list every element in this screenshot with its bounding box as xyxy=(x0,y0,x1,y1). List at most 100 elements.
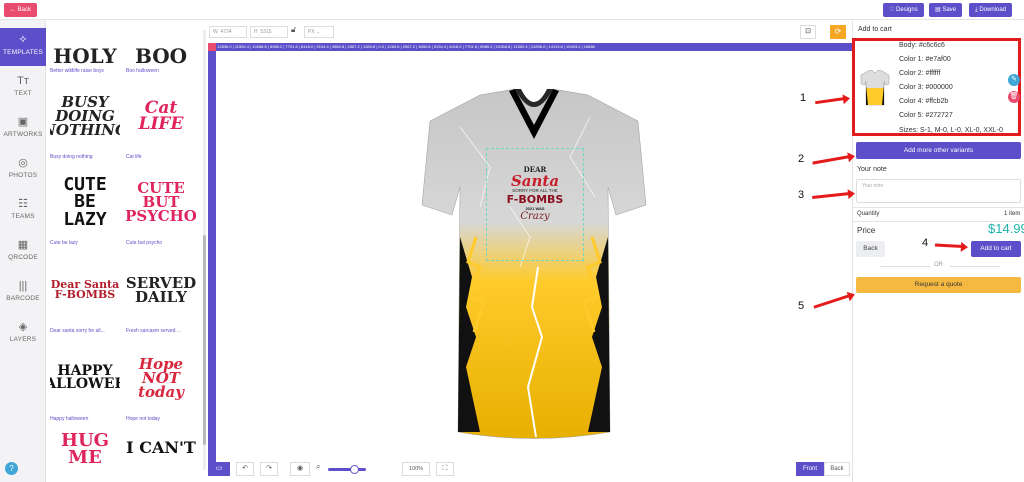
undo-icon[interactable]: ↶ xyxy=(236,462,254,476)
ruler-toggle-icon[interactable]: ▭ xyxy=(208,462,230,476)
template-card[interactable]: Cat LIFE Cat life xyxy=(126,80,196,160)
template-card[interactable]: I CAN'T xyxy=(126,432,196,476)
variant-thumbnail[interactable] xyxy=(860,70,890,106)
template-caption: Better wildlife raise boys xyxy=(50,68,104,74)
height-label: H xyxy=(254,29,258,35)
template-card[interactable]: CUTE BUT PSYCHO Cute but psycho xyxy=(126,166,196,246)
template-card[interactable]: Hope NOT today Hope not today xyxy=(126,342,196,422)
template-thumbnail: HAPPY HALLOWEEN xyxy=(50,362,120,392)
save-icon: ▤ xyxy=(935,7,941,13)
template-card[interactable]: HAPPY HALLOWEEN Happy halloween xyxy=(50,342,120,422)
help-icon[interactable]: ? xyxy=(5,462,18,475)
tab-front[interactable]: Front xyxy=(796,462,824,476)
template-thumbnail: Dear Santa F-BOMBS xyxy=(50,277,120,301)
templates-panel: HOLY Better wildlife raise boys BOO Boo … xyxy=(46,20,206,482)
tab-back[interactable]: Back xyxy=(824,462,850,476)
download-button[interactable]: ⤓ Download xyxy=(969,3,1013,17)
reset-icon[interactable]: ⟳ xyxy=(830,25,846,39)
template-thumbnail: BOO xyxy=(134,44,188,66)
sidebar-item-templates[interactable]: ✧ TEMPLATES xyxy=(0,28,46,66)
designs-button[interactable]: ♡ Designs xyxy=(883,3,924,17)
sidebar-item-photos[interactable]: ◎ PHOTOS xyxy=(0,151,46,189)
sidebar-label: TEMPLATES xyxy=(3,49,43,56)
barcode-icon: ||| xyxy=(18,280,28,292)
sidebar-item-qrcode[interactable]: ▦ QRCODE xyxy=(0,233,46,271)
width-label: W xyxy=(213,29,218,35)
sidebar-label: TEAMS xyxy=(11,213,35,220)
design-santa: Santa xyxy=(510,172,560,190)
height-field[interactable]: H 5315 xyxy=(250,26,288,38)
template-thumbnail: BUSY DOING NOTHING xyxy=(50,92,120,140)
sidebar-item-text[interactable]: Tт TEXT xyxy=(0,69,46,107)
unit-select[interactable]: PX ⌄ xyxy=(304,26,334,38)
or-separator: OR xyxy=(934,262,943,268)
template-thumbnail: I CAN'T xyxy=(126,438,196,457)
add-to-cart-button[interactable]: Add to cart xyxy=(971,241,1021,257)
template-card[interactable]: BOO Boo halloween xyxy=(126,20,196,74)
template-card[interactable]: BUSY DOING NOTHING Busy doing nothing xyxy=(50,80,120,160)
front-label: Front xyxy=(802,466,817,472)
note-textarea[interactable]: Your note xyxy=(856,179,1021,203)
chevron-down-icon: ⌄ xyxy=(316,29,321,35)
price-value: $14.99 xyxy=(988,221,1024,236)
template-card[interactable]: Dear Santa F-BOMBS Dear santa sorry for … xyxy=(50,254,120,334)
redo-icon[interactable]: ↷ xyxy=(260,462,278,476)
artworks-icon: ▣ xyxy=(17,116,29,128)
ruler-corner[interactable] xyxy=(208,43,216,51)
download-icon: ⤓ xyxy=(975,7,978,13)
request-quote-label: Request a quote xyxy=(914,281,963,288)
divider xyxy=(880,266,930,267)
back-button-panel[interactable]: Back xyxy=(856,241,885,257)
jersey-mockup[interactable] xyxy=(420,87,648,445)
quantity-label: Quantity xyxy=(857,211,880,217)
price-label: Price xyxy=(857,226,876,235)
height-value: 5315 xyxy=(260,29,272,35)
ruler-left xyxy=(208,51,216,462)
qrcode-icon: ▦ xyxy=(17,239,29,251)
unit-value: PX xyxy=(308,29,315,35)
template-card[interactable]: SERVED DAILY Fresh sarcasm served ... xyxy=(126,254,196,334)
text-icon: Tт xyxy=(17,75,29,87)
template-caption: Hope not today xyxy=(126,416,160,422)
save-button[interactable]: ▤ Save xyxy=(929,3,963,17)
template-card[interactable]: CUTE BE LAZY Cute be lazy xyxy=(50,166,120,246)
lock-icon[interactable]: 🔓︎ xyxy=(291,25,296,35)
annotation-number: 5 xyxy=(798,300,805,312)
zoom-slider-handle[interactable] xyxy=(350,465,359,474)
edit-icon[interactable]: ✎ xyxy=(1008,74,1020,86)
zoom-slider[interactable] xyxy=(328,468,366,471)
annotation-number: 4 xyxy=(922,237,929,249)
layers-icon: ◈ xyxy=(18,321,28,333)
sidebar-item-artworks[interactable]: ▣ ARTWORKS xyxy=(0,110,46,148)
delete-icon[interactable]: 🗑︎ xyxy=(1008,91,1020,103)
back-button[interactable]: ← Back xyxy=(4,3,38,17)
sidebar-label: ARTWORKS xyxy=(3,131,43,138)
add-to-cart-label: Add to cart xyxy=(980,245,1012,252)
variant-color: Color 5: #272727 xyxy=(899,112,953,119)
design-selection[interactable]: DEAR Santa SORRY FOR ALL THE F-BOMBS 202… xyxy=(486,148,584,261)
width-value: 4724 xyxy=(220,29,232,35)
annotation-number: 1 xyxy=(800,92,807,104)
back-side-label: Back xyxy=(830,466,844,472)
template-card[interactable]: HUG ME xyxy=(50,432,120,476)
template-card[interactable]: HOLY Better wildlife raise boys xyxy=(50,20,120,74)
canvas-area: W 4724 H 5315 🔓︎ PX ⌄ ⊡ ⟳ 12836.0 | 1155… xyxy=(206,20,852,482)
template-thumbnail: Hope NOT today xyxy=(138,354,184,402)
width-field[interactable]: W 4724 xyxy=(209,26,247,38)
sidebar-item-layers[interactable]: ◈ LAYERS xyxy=(0,315,46,353)
sidebar-label: TEXT xyxy=(14,90,32,97)
eye-icon[interactable]: ◉ xyxy=(290,462,310,476)
template-caption: Fresh sarcasm served ... xyxy=(126,328,182,334)
preview-icon[interactable]: ⊡ xyxy=(800,25,816,39)
template-caption: Cat life xyxy=(126,154,142,160)
back-panel-label: Back xyxy=(863,245,878,252)
variant-color: Color 2: #ffffff xyxy=(899,70,941,77)
request-quote-button[interactable]: Request a quote xyxy=(856,277,1021,293)
add-variants-button[interactable]: Add more other variants xyxy=(856,142,1021,159)
zoom-level[interactable]: 100% xyxy=(402,462,430,476)
sidebar-item-barcode[interactable]: ||| BARCODE xyxy=(0,274,46,312)
sidebar-item-teams[interactable]: ☷ TEAMS xyxy=(0,192,46,230)
template-caption: Happy halloween xyxy=(50,416,89,422)
fullscreen-icon[interactable]: ⛶ xyxy=(436,462,454,476)
template-caption: Dear santa sorry for all... xyxy=(50,328,105,334)
